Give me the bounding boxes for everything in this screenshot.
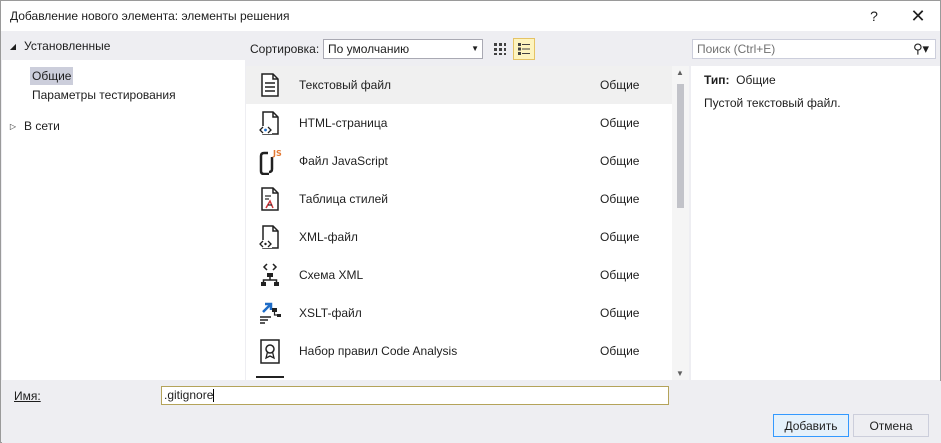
item-category: Общие <box>600 116 640 130</box>
help-button[interactable]: ? <box>854 1 894 31</box>
search-input[interactable]: Поиск (Ctrl+E) ⚲▾ <box>692 39 936 59</box>
tree-node-online[interactable]: ▷ В сети <box>8 116 60 136</box>
xml-schema-icon <box>261 263 279 286</box>
tree-item-test-settings[interactable]: Параметры тестирования <box>30 86 178 104</box>
name-field-value: .gitignore <box>164 388 214 402</box>
close-button[interactable]: ✕ <box>898 1 938 31</box>
code-analysis-ruleset-icon <box>260 339 280 364</box>
item-name: XML-файл <box>299 230 358 244</box>
scroll-up-icon[interactable]: ▲ <box>676 68 684 77</box>
scroll-down-icon[interactable]: ▼ <box>676 369 684 378</box>
expanded-arrow-icon[interactable]: ◢ <box>8 42 18 51</box>
list-item[interactable]: Схема XML Общие <box>246 256 672 294</box>
category-tree: ◢ Установленные Общие Параметры тестиров… <box>2 32 245 380</box>
grid-view-button[interactable] <box>489 38 511 60</box>
text-caret <box>213 389 215 403</box>
detail-description: Пустой текстовый файл. <box>704 96 841 110</box>
item-name: Таблица стилей <box>299 192 388 206</box>
tree-node-online-label: В сети <box>24 119 60 133</box>
name-label-text: Имя: <box>14 389 41 403</box>
xslt-file-icon <box>260 302 281 324</box>
list-view-icon <box>518 43 530 55</box>
item-name: Файл JavaScript <box>299 154 388 168</box>
sort-label: Сортировка: <box>250 42 320 56</box>
window-title: Добавление нового элемента: элементы реш… <box>10 9 290 23</box>
sort-dropdown-value: По умолчанию <box>328 42 410 56</box>
tree-node-installed-label: Установленные <box>24 39 111 53</box>
item-category: Общие <box>600 78 640 92</box>
item-category: Общие <box>600 306 640 320</box>
cancel-button[interactable]: Отмена <box>853 414 929 437</box>
stylesheet-icon <box>261 187 279 211</box>
template-list: Текстовый файл Общие HTML-страница Общие… <box>246 66 689 380</box>
item-name: Текстовый файл <box>299 78 392 92</box>
list-item[interactable]: Текстовый файл Общие <box>246 66 672 104</box>
sort-dropdown[interactable]: По умолчанию ▼ <box>323 39 483 59</box>
search-placeholder: Поиск (Ctrl+E) <box>697 42 776 56</box>
tree-item-general[interactable]: Общие <box>30 67 74 85</box>
item-category: Общие <box>600 192 640 206</box>
scroll-thumb[interactable] <box>677 84 684 208</box>
item-name: Схема XML <box>299 268 364 282</box>
add-new-item-dialog: Добавление нового элемента: элементы реш… <box>0 0 941 443</box>
partial-next-item-icon <box>256 376 284 380</box>
list-view-button[interactable] <box>513 38 535 60</box>
detail-type: Тип: Общие <box>704 73 776 87</box>
title-bar: Добавление нового элемента: элементы реш… <box>1 1 940 31</box>
item-category: Общие <box>600 154 640 168</box>
bottom-panel: Имя: .gitignore Добавить Отмена <box>2 381 941 443</box>
name-label: Имя: <box>14 389 41 403</box>
svg-text:JS: JS <box>272 149 282 158</box>
tree-installed-header: ◢ Установленные <box>2 32 245 60</box>
text-file-icon <box>261 73 279 97</box>
xml-file-icon <box>259 225 279 249</box>
item-name: Набор правил Code Analysis <box>299 344 458 358</box>
name-field[interactable]: .gitignore <box>161 386 669 405</box>
list-item[interactable]: Набор правил Code Analysis Общие <box>246 332 672 370</box>
search-icon[interactable]: ⚲▾ <box>913 40 929 58</box>
item-category: Общие <box>600 268 640 282</box>
toolbar: Сортировка: По умолчанию ▼ Поиск (Ctrl+E… <box>246 32 940 66</box>
detail-type-value: Общие <box>736 73 776 87</box>
dropdown-arrow-icon: ▼ <box>471 44 479 53</box>
list-item[interactable]: JS Файл JavaScript Общие <box>246 142 672 180</box>
list-item[interactable]: XML-файл Общие <box>246 218 672 256</box>
list-item[interactable]: Таблица стилей Общие <box>246 180 672 218</box>
list-item[interactable]: XSLT-файл Общие <box>246 294 672 332</box>
html-page-icon <box>259 111 279 135</box>
grid-view-icon <box>494 43 506 55</box>
item-category: Общие <box>600 344 640 358</box>
detail-type-label: Тип: <box>704 73 730 87</box>
list-item[interactable]: HTML-страница Общие <box>246 104 672 142</box>
list-scrollbar[interactable]: ▲ ▼ <box>672 66 689 380</box>
add-button[interactable]: Добавить <box>773 414 849 437</box>
item-name: XSLT-файл <box>299 306 362 320</box>
javascript-file-icon: JS <box>259 149 282 175</box>
tree-node-installed[interactable]: ◢ Установленные <box>8 36 111 56</box>
details-pane: Тип: Общие Пустой текстовый файл. <box>691 66 940 380</box>
collapsed-arrow-icon[interactable]: ▷ <box>8 122 18 131</box>
item-category: Общие <box>600 230 640 244</box>
item-name: HTML-страница <box>299 116 388 130</box>
